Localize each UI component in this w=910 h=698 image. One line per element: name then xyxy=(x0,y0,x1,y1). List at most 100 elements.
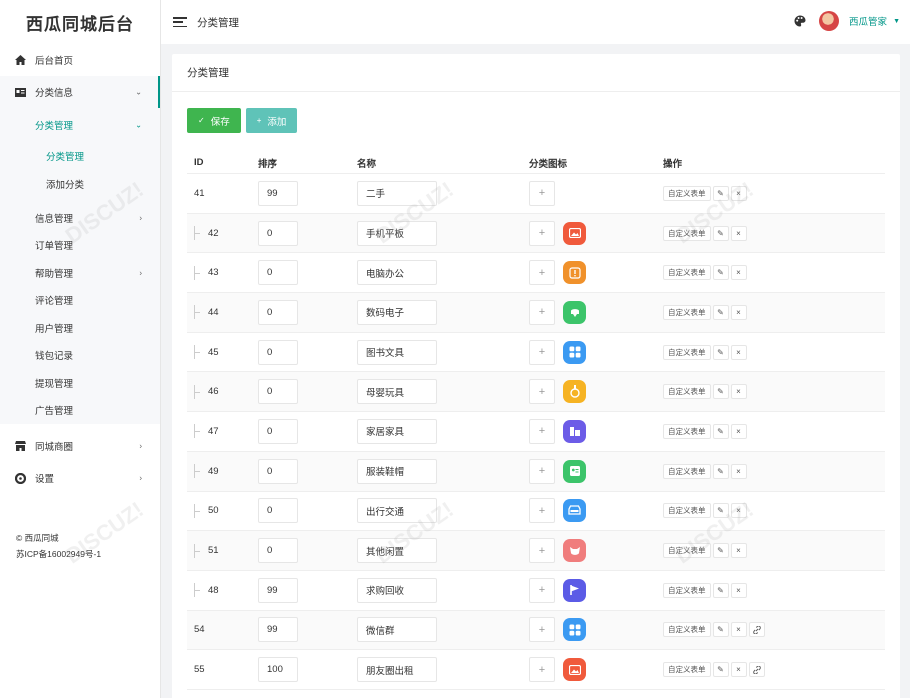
sidebar-subitem[interactable]: 广告管理 xyxy=(0,397,160,425)
name-input[interactable]: 母婴玩具 xyxy=(357,379,437,405)
delete-icon[interactable]: × xyxy=(730,344,747,360)
custom-form-button[interactable]: 自定义表单 xyxy=(663,423,711,439)
delete-icon[interactable]: × xyxy=(730,543,747,559)
upload-icon-button[interactable]: + xyxy=(529,418,555,444)
delete-icon[interactable]: × xyxy=(730,384,747,400)
upload-icon-button[interactable]: + xyxy=(529,339,555,365)
sort-input[interactable]: 0 xyxy=(258,418,298,444)
custom-form-button[interactable]: 自定义表单 xyxy=(663,662,711,678)
delete-icon[interactable]: × xyxy=(730,622,747,638)
add-button[interactable]: + 添加 xyxy=(245,108,298,133)
sidebar-item-category-manage[interactable]: 分类管理 ⌄ xyxy=(0,108,160,142)
name-input[interactable]: 电脑办公 xyxy=(357,260,437,286)
custom-form-button[interactable]: 自定义表单 xyxy=(663,265,711,281)
delete-icon[interactable]: × xyxy=(730,225,747,241)
name-input[interactable]: 求购回收 xyxy=(357,577,437,603)
edit-icon[interactable]: ✎ xyxy=(712,662,729,678)
sidebar-item-category-info[interactable]: 分类信息 ⌄ xyxy=(0,76,160,108)
sidebar-subitem[interactable]: 用户管理 xyxy=(0,314,160,342)
custom-form-button[interactable]: 自定义表单 xyxy=(663,384,711,400)
sidebar-item-home[interactable]: 后台首页 xyxy=(0,44,160,76)
edit-icon[interactable]: ✎ xyxy=(712,463,729,479)
upload-icon-button[interactable]: + xyxy=(529,617,555,643)
upload-icon-button[interactable]: + xyxy=(529,538,555,564)
name-input[interactable]: 手机平板 xyxy=(357,220,437,246)
sort-input[interactable]: 0 xyxy=(258,498,298,524)
name-input[interactable]: 服装鞋帽 xyxy=(357,458,437,484)
edit-icon[interactable]: ✎ xyxy=(712,423,729,439)
edit-icon[interactable]: ✎ xyxy=(712,543,729,559)
save-button[interactable]: ✓ 保存 xyxy=(187,108,241,133)
sort-input[interactable]: 0 xyxy=(258,538,298,564)
edit-icon[interactable]: ✎ xyxy=(712,344,729,360)
palette-icon[interactable] xyxy=(794,15,806,27)
delete-icon[interactable]: × xyxy=(730,582,747,598)
delete-icon[interactable]: × xyxy=(730,503,747,519)
custom-form-button[interactable]: 自定义表单 xyxy=(663,225,711,241)
delete-icon[interactable]: × xyxy=(730,185,747,201)
custom-form-button[interactable]: 自定义表单 xyxy=(663,622,711,638)
edit-icon[interactable]: ✎ xyxy=(712,622,729,638)
name-input[interactable]: 数码电子 xyxy=(357,299,437,325)
custom-form-button[interactable]: 自定义表单 xyxy=(663,582,711,598)
edit-icon[interactable]: ✎ xyxy=(712,265,729,281)
name-input[interactable]: 二手 xyxy=(357,180,437,206)
custom-form-button[interactable]: 自定义表单 xyxy=(663,543,711,559)
sort-input[interactable]: 0 xyxy=(258,458,298,484)
sort-input[interactable]: 100 xyxy=(258,657,298,683)
sort-input[interactable]: 99 xyxy=(258,180,298,206)
sort-input[interactable]: 99 xyxy=(258,617,298,643)
sort-input[interactable]: 0 xyxy=(258,260,298,286)
edit-icon[interactable]: ✎ xyxy=(712,503,729,519)
sort-input[interactable]: 0 xyxy=(258,379,298,405)
custom-form-button[interactable]: 自定义表单 xyxy=(663,463,711,479)
sort-input[interactable]: 99 xyxy=(258,577,298,603)
icp-text[interactable]: 苏ICP备16002949号-1 xyxy=(16,546,101,562)
upload-icon-button[interactable]: + xyxy=(529,180,555,206)
edit-icon[interactable]: ✎ xyxy=(712,582,729,598)
sidebar-subitem[interactable]: 钱包记录 xyxy=(0,342,160,370)
edit-icon[interactable]: ✎ xyxy=(712,304,729,320)
upload-icon-button[interactable]: + xyxy=(529,498,555,524)
custom-form-button[interactable]: 自定义表单 xyxy=(663,304,711,320)
sidebar-subitem[interactable]: 订单管理 xyxy=(0,232,160,260)
custom-form-button[interactable]: 自定义表单 xyxy=(663,185,711,201)
delete-icon[interactable]: × xyxy=(730,423,747,439)
sidebar-subitem[interactable]: 帮助管理 › xyxy=(0,259,160,287)
upload-icon-button[interactable]: + xyxy=(529,220,555,246)
delete-icon[interactable]: × xyxy=(730,265,747,281)
sidebar-subitem[interactable]: 提现管理 xyxy=(0,369,160,397)
menu-toggle-icon[interactable] xyxy=(173,17,187,27)
sort-input[interactable]: 0 xyxy=(258,339,298,365)
upload-icon-button[interactable]: + xyxy=(529,260,555,286)
upload-icon-button[interactable]: + xyxy=(529,458,555,484)
upload-icon-button[interactable]: + xyxy=(529,577,555,603)
sort-input[interactable]: 0 xyxy=(258,299,298,325)
name-input[interactable]: 出行交通 xyxy=(357,498,437,524)
sidebar-subitem[interactable]: 信息管理 › xyxy=(0,204,160,232)
sidebar-item-settings[interactable]: 设置 › xyxy=(0,462,160,494)
sidebar-item-business[interactable]: 同城商圈 › xyxy=(0,430,160,462)
sidebar-item-add-category[interactable]: 添加分类 xyxy=(0,170,160,198)
upload-icon-button[interactable]: + xyxy=(529,657,555,683)
upload-icon-button[interactable]: + xyxy=(529,299,555,325)
name-input[interactable]: 朋友圈出租 xyxy=(357,657,437,683)
delete-icon[interactable]: × xyxy=(730,463,747,479)
sidebar-subitem[interactable]: 评论管理 xyxy=(0,287,160,315)
link-icon[interactable] xyxy=(748,622,765,638)
edit-icon[interactable]: ✎ xyxy=(712,225,729,241)
sort-input[interactable]: 0 xyxy=(258,220,298,246)
delete-icon[interactable]: × xyxy=(730,662,747,678)
sidebar-item-category-list[interactable]: 分类管理 xyxy=(0,142,160,170)
link-icon[interactable] xyxy=(748,662,765,678)
user-menu[interactable]: 西瓜管家 ▼ xyxy=(819,11,900,31)
custom-form-button[interactable]: 自定义表单 xyxy=(663,503,711,519)
edit-icon[interactable]: ✎ xyxy=(712,185,729,201)
name-input[interactable]: 家居家具 xyxy=(357,418,437,444)
custom-form-button[interactable]: 自定义表单 xyxy=(663,344,711,360)
name-input[interactable]: 微信群 xyxy=(357,617,437,643)
name-input[interactable]: 图书文具 xyxy=(357,339,437,365)
upload-icon-button[interactable]: + xyxy=(529,379,555,405)
name-input[interactable]: 其他闲置 xyxy=(357,538,437,564)
delete-icon[interactable]: × xyxy=(730,304,747,320)
